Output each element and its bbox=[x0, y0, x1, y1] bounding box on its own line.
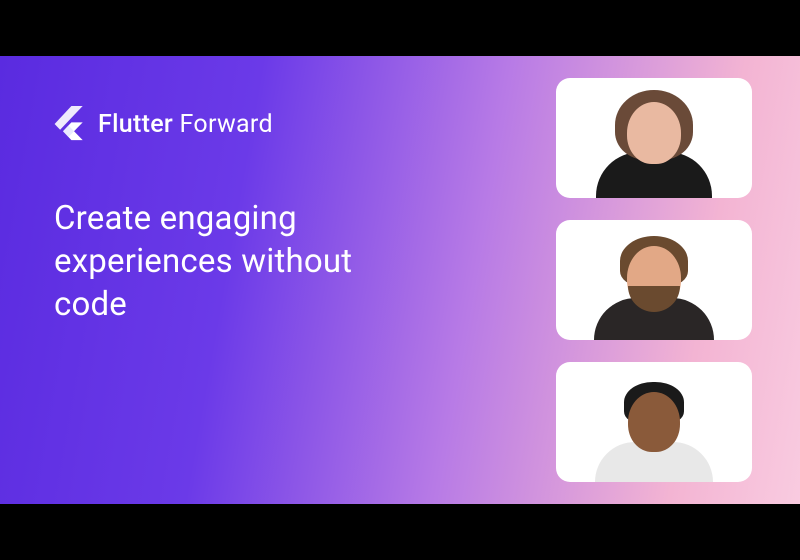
brand-name: Flutter bbox=[98, 110, 173, 139]
slide-headline: Create engaging experiences without code bbox=[54, 198, 394, 327]
text-column: Flutter Forward Create engaging experien… bbox=[0, 56, 540, 504]
brand-text: Flutter Forward bbox=[98, 110, 273, 139]
flutter-logo-icon bbox=[54, 106, 84, 142]
brand-lockup: Flutter Forward bbox=[54, 106, 540, 142]
speaker-photo bbox=[594, 88, 714, 198]
letterbox-bottom bbox=[0, 504, 800, 560]
speaker-column bbox=[540, 56, 800, 504]
speaker-card bbox=[556, 362, 752, 482]
speaker-photo bbox=[594, 372, 714, 482]
brand-event: Forward bbox=[180, 110, 273, 139]
video-thumbnail: Flutter Forward Create engaging experien… bbox=[0, 0, 800, 560]
letterbox-top bbox=[0, 0, 800, 56]
slide-content: Flutter Forward Create engaging experien… bbox=[0, 56, 800, 504]
speaker-card bbox=[556, 78, 752, 198]
speaker-card bbox=[556, 220, 752, 340]
speaker-photo bbox=[594, 230, 714, 340]
